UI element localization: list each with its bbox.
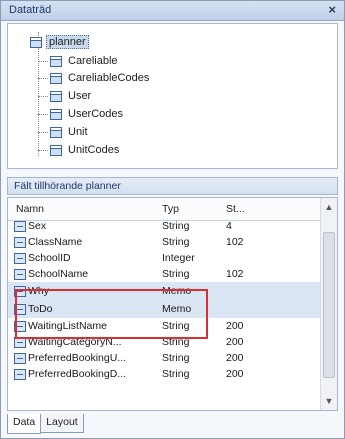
column-header-type[interactable]: Typ: [162, 203, 179, 215]
tree-item-usercodes[interactable]: UserCodes: [38, 106, 125, 122]
field-size: 200: [226, 336, 244, 348]
tree-item-unit[interactable]: Unit: [38, 124, 90, 140]
field-type: String: [162, 236, 190, 248]
table-icon: [50, 126, 62, 138]
field-type: String: [162, 336, 190, 348]
table-row[interactable]: WaitingListName String 200: [8, 318, 320, 334]
field-name: PreferredBookingU...: [28, 352, 127, 364]
field-name: Sex: [28, 220, 47, 232]
vertical-scrollbar[interactable]: ▲ ▼: [320, 198, 337, 410]
tree-item-label: CareliableCodes: [68, 72, 150, 84]
field-type: String: [162, 352, 190, 364]
field-name: Why: [28, 285, 49, 297]
field-name: ToDo: [28, 303, 53, 315]
scroll-down-icon[interactable]: ▼: [321, 394, 337, 408]
table-row-why[interactable]: Why Memo: [8, 282, 320, 300]
field-name: SchoolID: [28, 252, 71, 264]
table-tree: planner Careliable CareliableCodes User …: [7, 23, 338, 169]
field-icon: [14, 303, 26, 315]
field-rows: Sex String 4 ClassName String 102 School…: [8, 220, 320, 382]
field-icon: [14, 236, 26, 248]
column-header-size[interactable]: St...: [226, 203, 245, 215]
data-tree-panel: Dataträd × planner Careliable Careliable…: [0, 0, 345, 439]
field-name: SchoolName: [28, 268, 89, 280]
close-icon[interactable]: ×: [328, 2, 336, 17]
fields-grid: Namn Typ St... Sex String 4 ClassName St…: [7, 197, 338, 411]
tree-item-label: UserCodes: [68, 108, 124, 120]
tab-layout[interactable]: Layout: [40, 414, 84, 433]
field-size: 102: [226, 268, 244, 280]
tree-item-user[interactable]: User: [38, 88, 93, 104]
field-type: Memo: [162, 303, 192, 315]
field-type: String: [162, 220, 190, 232]
panel-titlebar: Dataträd ×: [1, 1, 344, 21]
field-name: WaitingCategoryN...: [28, 336, 122, 348]
field-size: 200: [226, 352, 244, 364]
field-type: String: [162, 320, 190, 332]
column-header-name[interactable]: Namn: [16, 203, 44, 215]
field-icon: [14, 220, 26, 232]
table-row[interactable]: SchoolID Integer: [8, 250, 320, 266]
panel-title: Dataträd: [9, 4, 52, 16]
field-type: Integer: [162, 252, 195, 264]
table-icon: [30, 36, 42, 48]
field-name: PreferredBookingD...: [28, 368, 127, 380]
field-icon: [14, 336, 26, 348]
table-row-todo[interactable]: ToDo Memo: [8, 300, 320, 318]
tree-item-label: UnitCodes: [68, 144, 120, 156]
tree-item-label: Careliable: [68, 55, 118, 67]
field-icon: [14, 320, 26, 332]
table-icon: [50, 144, 62, 156]
field-name: ClassName: [28, 236, 83, 248]
field-type: String: [162, 268, 190, 280]
field-icon: [14, 268, 26, 280]
tree-item-planner[interactable]: planner: [30, 34, 89, 50]
tree-item-label: User: [68, 90, 92, 102]
scroll-up-icon[interactable]: ▲: [321, 200, 337, 214]
tab-data[interactable]: Data: [7, 414, 42, 434]
table-row[interactable]: WaitingCategoryN... String 200: [8, 334, 320, 350]
table-row[interactable]: Sex String 4: [8, 218, 320, 234]
table-icon: [50, 108, 62, 120]
field-size: 200: [226, 368, 244, 380]
field-type: Memo: [162, 285, 192, 297]
field-icon: [14, 352, 26, 364]
table-row[interactable]: ClassName String 102: [8, 234, 320, 250]
tree-item-careliablecodes[interactable]: CareliableCodes: [38, 70, 151, 86]
tree-item-careliable[interactable]: Careliable: [38, 53, 120, 69]
tree-item-label: planner: [46, 35, 89, 49]
field-size: 4: [226, 220, 232, 232]
table-row[interactable]: PreferredBookingD... String 200: [8, 366, 320, 382]
table-icon: [50, 90, 62, 102]
field-name: WaitingListName: [28, 320, 107, 332]
bottom-tabs: Data Layout: [7, 414, 84, 434]
field-type: String: [162, 368, 190, 380]
tree-item-label: Unit: [68, 126, 88, 138]
tree-item-unitcodes[interactable]: UnitCodes: [38, 142, 121, 158]
field-size: 200: [226, 320, 244, 332]
scrollbar-thumb[interactable]: [323, 232, 335, 378]
table-icon: [50, 72, 62, 84]
table-row[interactable]: PreferredBookingU... String 200: [8, 350, 320, 366]
field-icon: [14, 368, 26, 380]
field-icon: [14, 252, 26, 264]
table-icon: [50, 55, 62, 67]
table-row[interactable]: SchoolName String 102: [8, 266, 320, 282]
field-size: 102: [226, 236, 244, 248]
fields-caption: Fält tillhörande planner: [7, 177, 338, 195]
field-icon: [14, 285, 26, 297]
